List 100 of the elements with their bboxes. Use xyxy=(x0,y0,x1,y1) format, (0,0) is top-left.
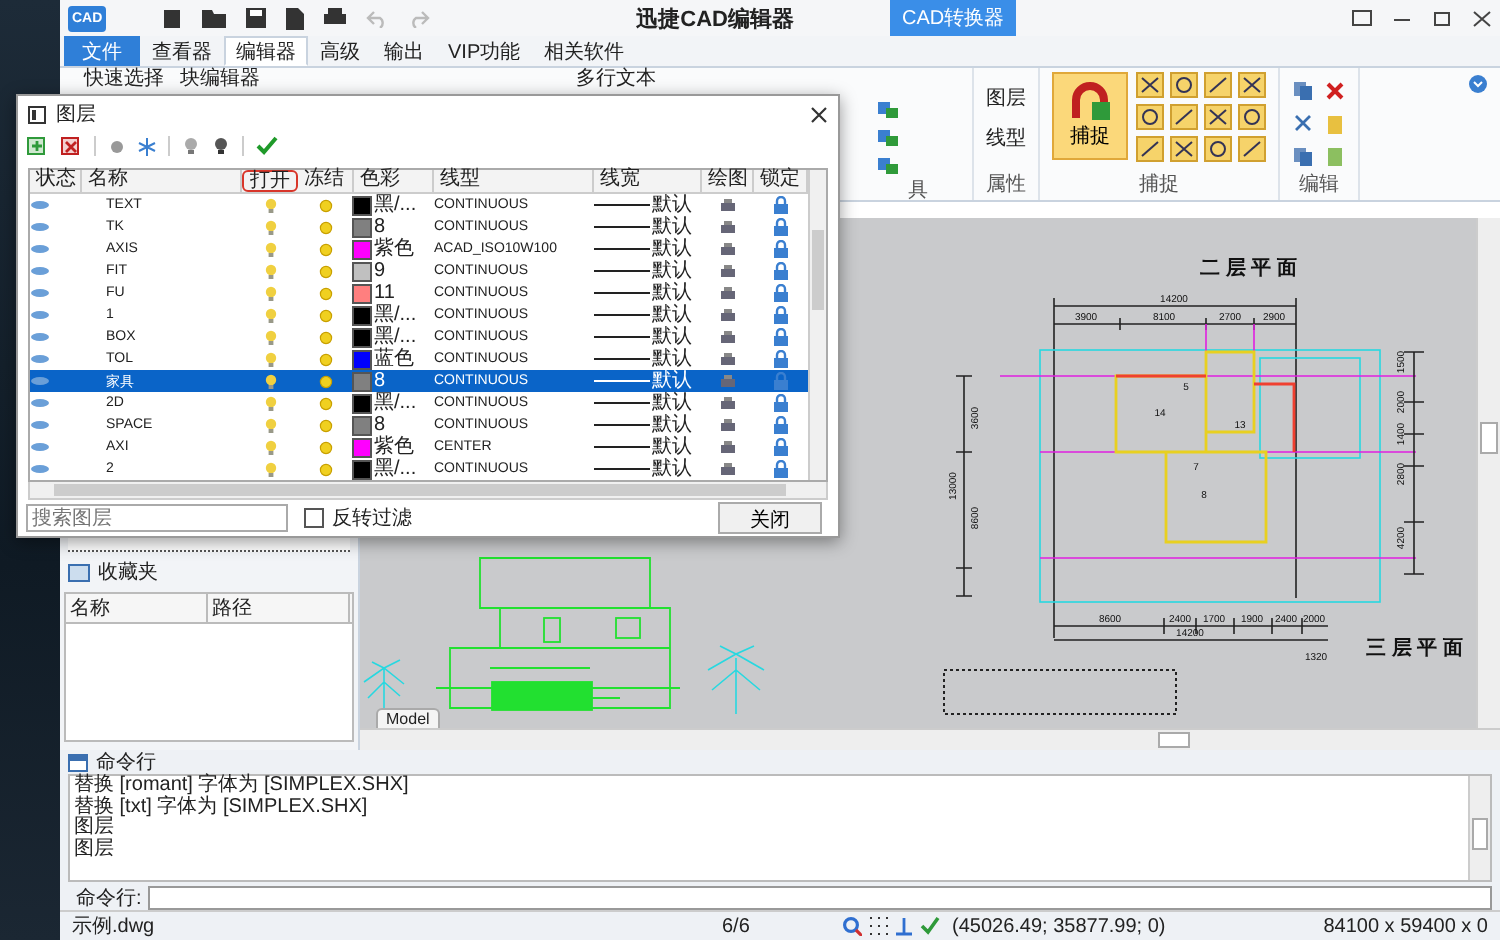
padlock-icon[interactable] xyxy=(772,240,790,258)
menu-tab[interactable]: 文件 xyxy=(64,36,140,66)
printer-icon[interactable] xyxy=(720,242,736,256)
padlock-icon[interactable] xyxy=(772,306,790,324)
checkbox[interactable] xyxy=(304,508,324,528)
menu-tab[interactable]: 编辑器 xyxy=(224,36,308,66)
printer-icon[interactable] xyxy=(720,264,736,278)
scissors-icon[interactable] xyxy=(1292,113,1314,136)
color-swatch[interactable] xyxy=(354,329,370,345)
padlock-icon[interactable] xyxy=(772,460,790,478)
horizontal-scrollbar[interactable] xyxy=(360,728,1500,750)
vertical-scrollbar[interactable] xyxy=(1468,776,1490,880)
ribbon-button[interactable]: 图层 xyxy=(986,84,1026,112)
shapes-icon[interactable] xyxy=(876,100,900,120)
color-swatch[interactable] xyxy=(354,417,370,433)
search-field[interactable]: 搜索图层 xyxy=(26,504,288,532)
padlock-icon[interactable] xyxy=(772,328,790,346)
printer-icon[interactable] xyxy=(720,418,736,432)
tile-icon[interactable] xyxy=(1238,136,1266,162)
tile-icon[interactable] xyxy=(1136,136,1164,162)
shapes-icon[interactable] xyxy=(876,156,900,176)
tile-icon[interactable] xyxy=(1136,104,1164,130)
printer-icon[interactable] xyxy=(720,396,736,410)
column-header[interactable]: 绘图 xyxy=(702,170,754,192)
menu-tab[interactable]: 高级 xyxy=(308,36,372,66)
printer-icon[interactable] xyxy=(720,440,736,454)
dot-icon[interactable] xyxy=(108,137,126,155)
copy-icon[interactable] xyxy=(1292,80,1314,102)
printer-icon[interactable] xyxy=(720,308,736,322)
document-icon[interactable] xyxy=(1324,146,1346,169)
color-swatch[interactable] xyxy=(354,395,370,411)
menu-tab[interactable]: 查看器 xyxy=(140,36,224,66)
color-swatch[interactable] xyxy=(354,197,370,213)
save-icon[interactable] xyxy=(246,8,267,28)
color-swatch[interactable] xyxy=(354,307,370,323)
horizontal-scrollbar[interactable] xyxy=(28,482,828,500)
column-header[interactable]: 名称 xyxy=(82,170,242,192)
padlock-icon[interactable] xyxy=(772,350,790,368)
column-header[interactable]: 线型 xyxy=(434,170,594,192)
printer-icon[interactable] xyxy=(720,462,736,476)
tile-icon[interactable] xyxy=(1170,104,1198,130)
padlock-icon[interactable] xyxy=(772,284,790,302)
lightbulb-icon[interactable] xyxy=(212,136,230,156)
tile-icon[interactable] xyxy=(1204,104,1232,130)
ribbon-button[interactable]: 多行文本 xyxy=(576,68,656,90)
tile-icon[interactable] xyxy=(1136,72,1164,98)
tile-icon[interactable] xyxy=(1170,72,1198,98)
ribbon-button[interactable]: 线型 xyxy=(986,124,1026,152)
tile-icon[interactable] xyxy=(1238,72,1266,98)
menu-tab[interactable]: 相关软件 xyxy=(532,36,637,66)
pen-check-icon[interactable] xyxy=(920,916,940,936)
padlock-icon[interactable] xyxy=(772,394,790,412)
tile-icon[interactable] xyxy=(1204,136,1232,162)
new-file-icon[interactable] xyxy=(162,7,183,29)
magnifier-icon[interactable] xyxy=(842,916,862,936)
collapse-icon[interactable] xyxy=(1468,74,1488,94)
vertical-scrollbar[interactable] xyxy=(1476,218,1500,728)
folder-icon[interactable] xyxy=(202,8,227,28)
padlock-icon[interactable] xyxy=(772,416,790,434)
color-swatch[interactable] xyxy=(354,241,370,257)
vertical-scrollbar[interactable] xyxy=(808,170,826,480)
color-swatch[interactable] xyxy=(354,219,370,235)
menu-tab[interactable]: VIP功能 xyxy=(436,36,533,66)
printer-icon[interactable] xyxy=(324,8,347,28)
printer-icon[interactable] xyxy=(720,352,736,366)
delete-icon[interactable] xyxy=(1324,80,1346,102)
shapes-icon[interactable] xyxy=(876,128,900,148)
tile-icon[interactable] xyxy=(1204,72,1232,98)
column-header[interactable]: 路径 xyxy=(208,594,350,622)
color-swatch[interactable] xyxy=(354,461,370,477)
column-header[interactable]: 色彩 xyxy=(354,170,434,192)
ribbon-button[interactable]: 快速选择 xyxy=(84,68,164,90)
column-header[interactable]: 名称 xyxy=(66,594,208,622)
menu-tab[interactable]: 输出 xyxy=(372,36,436,66)
close-button[interactable]: 关闭 xyxy=(718,502,822,534)
padlock-icon[interactable] xyxy=(772,218,790,236)
checkmark-icon[interactable] xyxy=(256,136,278,156)
layer-add-icon[interactable] xyxy=(26,135,48,157)
snap-button[interactable]: 捕捉 xyxy=(1052,72,1128,160)
color-swatch[interactable] xyxy=(354,263,370,279)
pdf-file-icon[interactable] xyxy=(286,7,305,29)
command-input[interactable] xyxy=(147,885,1492,909)
color-swatch[interactable] xyxy=(354,439,370,455)
column-header[interactable]: 冻结 xyxy=(298,170,354,192)
printer-icon[interactable] xyxy=(720,198,736,212)
ribbon-button[interactable]: 块编辑器 xyxy=(180,68,260,90)
layer-delete-icon[interactable] xyxy=(60,135,82,157)
tile-icon[interactable] xyxy=(1170,136,1198,162)
column-header[interactable]: 线宽 xyxy=(594,170,702,192)
color-swatch[interactable] xyxy=(354,373,370,389)
printer-icon[interactable] xyxy=(720,220,736,234)
padlock-icon[interactable] xyxy=(772,438,790,456)
color-swatch[interactable] xyxy=(354,351,370,367)
printer-icon[interactable] xyxy=(720,286,736,300)
feedback-icon[interactable] xyxy=(1352,9,1372,27)
close-icon[interactable] xyxy=(810,105,828,123)
snowflake-icon[interactable] xyxy=(138,137,156,155)
perpendicular-icon[interactable] xyxy=(894,916,914,936)
column-header[interactable]: 打开 xyxy=(242,170,298,192)
printer-icon[interactable] xyxy=(720,330,736,344)
